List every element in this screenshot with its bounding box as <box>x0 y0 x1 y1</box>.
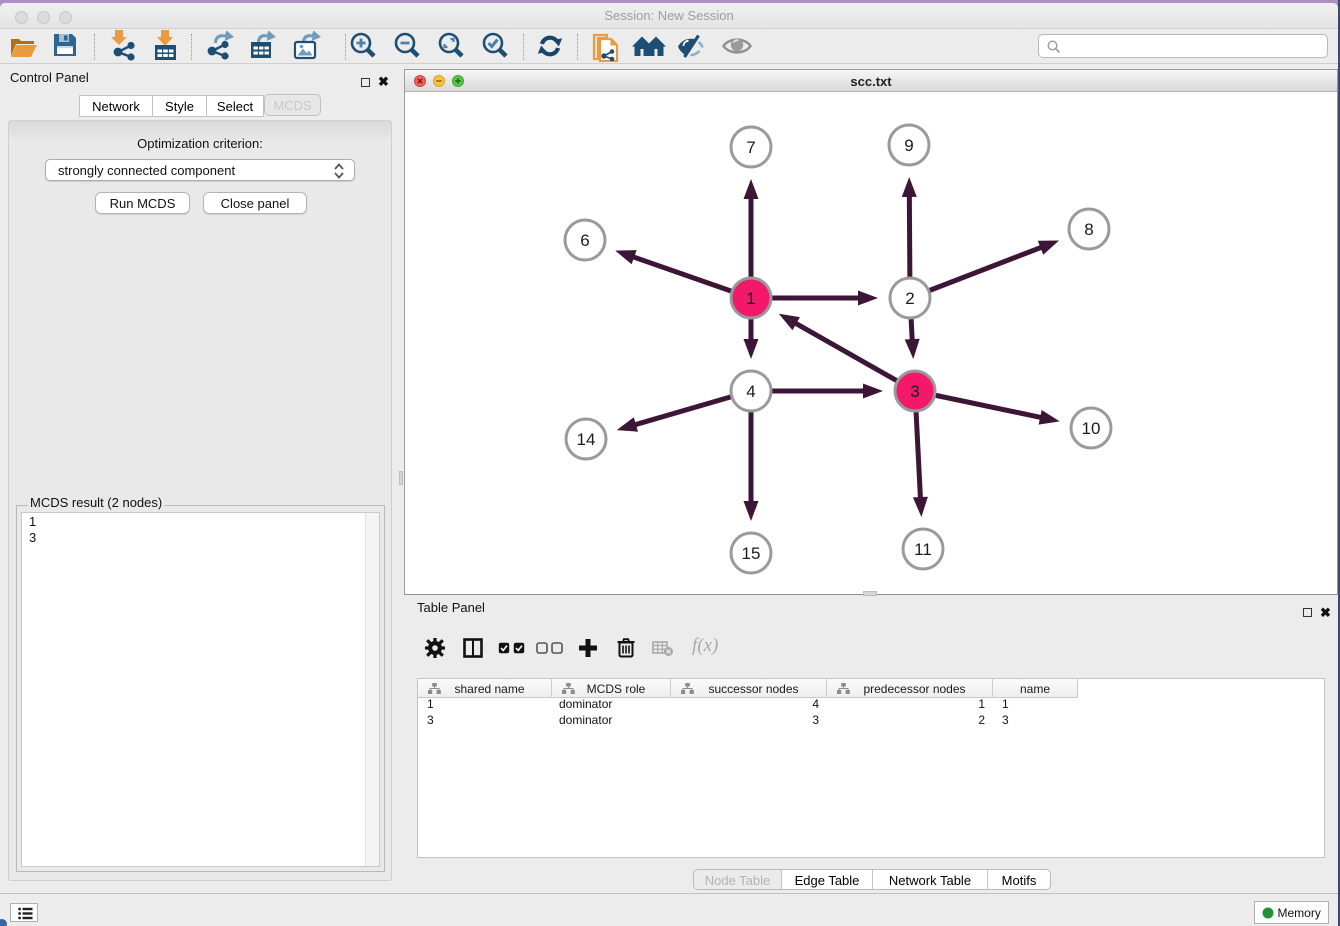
svg-text:10: 10 <box>1082 419 1101 438</box>
svg-text:4: 4 <box>746 382 755 401</box>
svg-text:7: 7 <box>746 138 755 157</box>
svg-text:9: 9 <box>904 136 913 155</box>
svg-text:1: 1 <box>746 289 755 308</box>
svg-text:15: 15 <box>742 544 761 563</box>
svg-text:11: 11 <box>914 540 932 559</box>
svg-text:3: 3 <box>910 382 919 401</box>
svg-text:6: 6 <box>580 231 589 250</box>
svg-text:14: 14 <box>577 430 596 449</box>
svg-text:8: 8 <box>1084 220 1093 239</box>
svg-text:2: 2 <box>905 289 914 308</box>
